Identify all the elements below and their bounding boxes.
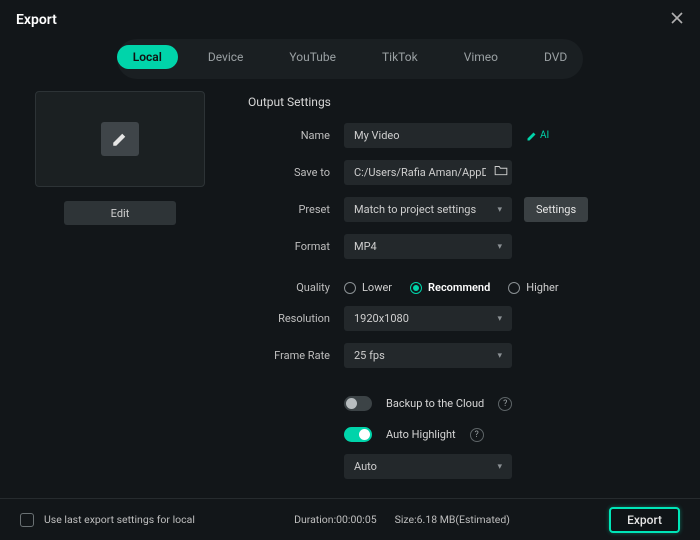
section-title: Output Settings bbox=[248, 95, 662, 109]
chevron-down-icon: ▾ bbox=[497, 314, 502, 324]
resolution-label: Resolution bbox=[248, 312, 344, 325]
framerate-select[interactable]: 25 fps ▾ bbox=[344, 343, 512, 368]
help-icon[interactable]: ? bbox=[498, 397, 512, 411]
format-label: Format bbox=[248, 240, 344, 253]
export-button[interactable]: Export bbox=[609, 507, 680, 533]
quality-recommend[interactable]: Recommend bbox=[410, 281, 490, 294]
preset-label: Preset bbox=[248, 203, 344, 216]
size-readout: Size:6.18 MB(Estimated) bbox=[395, 513, 510, 526]
tab-vimeo[interactable]: Vimeo bbox=[448, 45, 514, 69]
use-last-label: Use last export settings for local bbox=[44, 513, 195, 526]
saveto-label: Save to bbox=[248, 166, 344, 179]
tab-youtube[interactable]: YouTube bbox=[273, 45, 352, 69]
backup-cloud-label: Backup to the Cloud bbox=[386, 397, 484, 410]
ai-rename-icon[interactable]: AI bbox=[526, 130, 549, 142]
footer: Use last export settings for local Durat… bbox=[0, 498, 700, 540]
tab-device[interactable]: Device bbox=[192, 45, 260, 69]
pencil-icon bbox=[111, 130, 129, 148]
quality-label: Quality bbox=[248, 281, 344, 294]
preset-settings-button[interactable]: Settings bbox=[524, 197, 588, 222]
tab-dvd[interactable]: DVD bbox=[528, 45, 583, 69]
titlebar: Export bbox=[0, 0, 700, 39]
export-tabs: Local Device YouTube TikTok Vimeo DVD bbox=[117, 39, 584, 79]
quality-higher[interactable]: Higher bbox=[508, 281, 558, 294]
edit-button[interactable]: Edit bbox=[64, 201, 176, 225]
window-title: Export bbox=[16, 12, 57, 28]
framerate-label: Frame Rate bbox=[248, 349, 344, 362]
quality-lower[interactable]: Lower bbox=[344, 281, 392, 294]
help-icon[interactable]: ? bbox=[470, 428, 484, 442]
format-select[interactable]: MP4 ▾ bbox=[344, 234, 512, 259]
preset-select[interactable]: Match to project settings ▾ bbox=[344, 197, 512, 222]
export-dialog: Export Local Device YouTube TikTok Vimeo… bbox=[0, 0, 700, 540]
tab-local[interactable]: Local bbox=[117, 45, 178, 69]
output-settings: Output Settings Name AI Save to bbox=[220, 91, 690, 498]
auto-highlight-toggle[interactable] bbox=[344, 427, 372, 442]
video-thumbnail[interactable] bbox=[35, 91, 205, 187]
auto-highlight-mode-select[interactable]: Auto ▾ bbox=[344, 454, 512, 479]
name-field[interactable] bbox=[344, 123, 512, 148]
close-icon[interactable] bbox=[670, 10, 684, 29]
chevron-down-icon: ▾ bbox=[497, 242, 502, 252]
preview-column: Edit bbox=[20, 91, 220, 498]
chevron-down-icon: ▾ bbox=[497, 462, 502, 472]
tab-tiktok[interactable]: TikTok bbox=[366, 45, 434, 69]
name-label: Name bbox=[248, 129, 344, 142]
resolution-select[interactable]: 1920x1080 ▾ bbox=[344, 306, 512, 331]
duration-readout: Duration:00:00:05 bbox=[294, 513, 377, 526]
saveto-field[interactable] bbox=[344, 160, 512, 185]
folder-icon[interactable] bbox=[490, 164, 512, 176]
use-last-checkbox[interactable] bbox=[20, 513, 34, 527]
chevron-down-icon: ▾ bbox=[497, 205, 502, 215]
backup-cloud-toggle[interactable] bbox=[344, 396, 372, 411]
auto-highlight-label: Auto Highlight bbox=[386, 428, 456, 441]
quality-radio-group: Lower Recommend Higher bbox=[344, 281, 559, 294]
chevron-down-icon: ▾ bbox=[497, 351, 502, 361]
